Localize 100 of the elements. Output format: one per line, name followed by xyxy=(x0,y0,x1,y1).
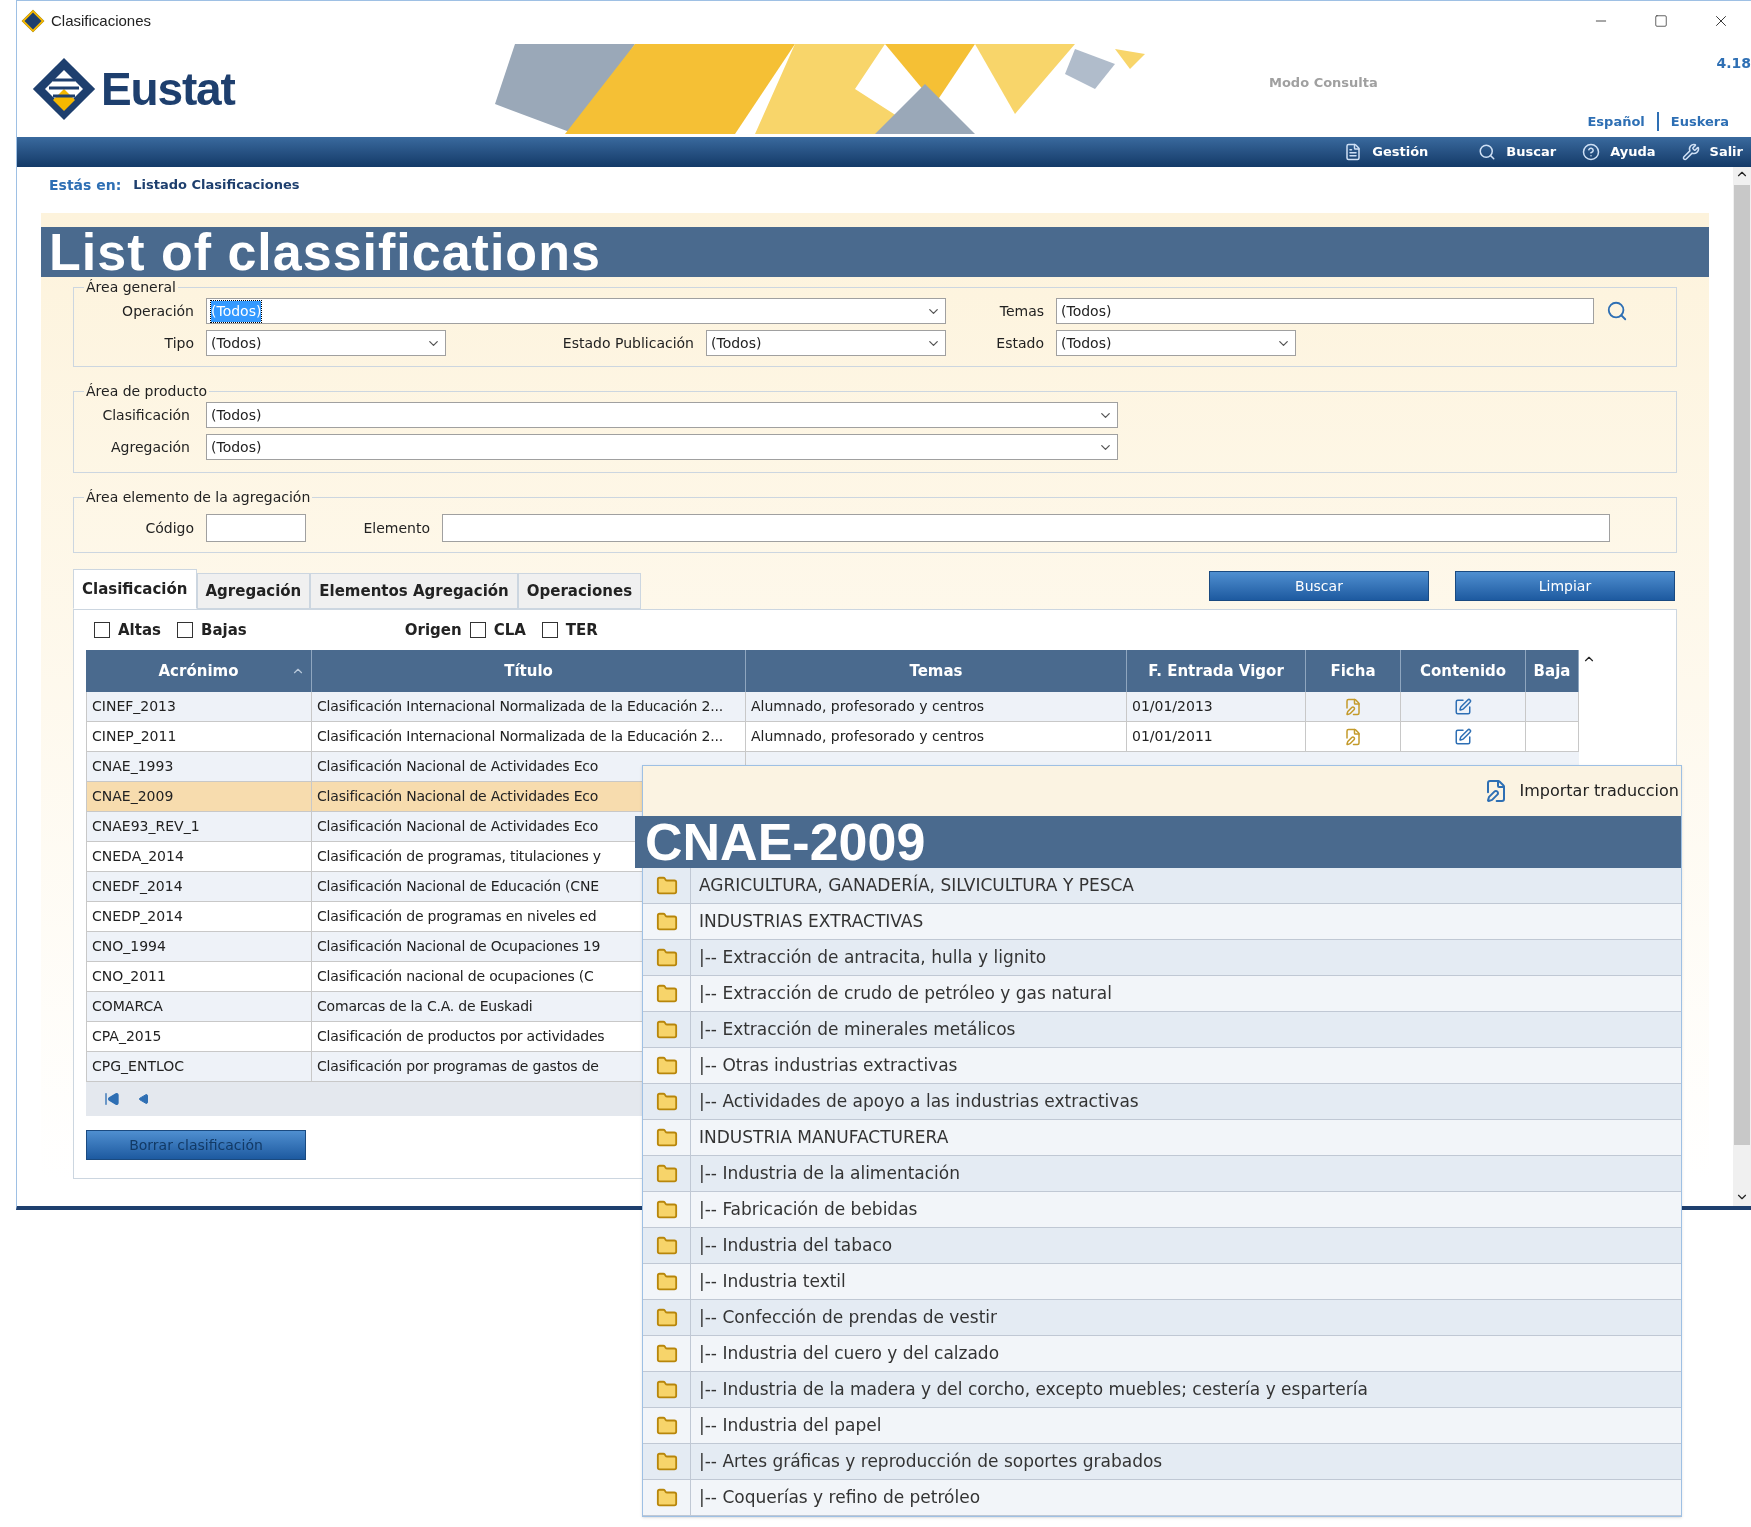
field-label: Clasificación xyxy=(101,405,191,425)
table-cell: CNAE_1993 xyxy=(86,752,312,781)
edit-icon[interactable] xyxy=(1454,697,1472,716)
maximize-icon[interactable] xyxy=(1654,14,1668,28)
table-cell: 01/01/2011 xyxy=(1127,722,1306,751)
mode-label: Modo Consulta xyxy=(1269,74,1378,92)
tab[interactable]: Operaciones xyxy=(517,573,642,609)
document-icon xyxy=(1344,143,1363,161)
popup-heading: CNAE-2009 xyxy=(635,816,1681,868)
temas-field[interactable]: (Todos) xyxy=(1056,298,1594,324)
checkbox[interactable] xyxy=(469,622,486,638)
previous-page-icon[interactable] xyxy=(138,1093,150,1105)
table-cell: CNEDF_2014 xyxy=(86,872,312,901)
field-label: Estado Publicación xyxy=(561,333,695,353)
checkbox-label: Bajas xyxy=(201,619,247,641)
folder-icon xyxy=(655,1414,678,1437)
estado-select[interactable]: (Todos) xyxy=(1056,330,1296,356)
edit-icon[interactable] xyxy=(1454,727,1472,746)
folder-icon xyxy=(655,1450,678,1473)
folder-icon xyxy=(655,1378,678,1401)
folder-icon xyxy=(655,1270,678,1293)
action-button[interactable]: Limpiar xyxy=(1455,571,1675,601)
checkbox[interactable] xyxy=(94,622,110,638)
folder-icon xyxy=(655,1090,678,1113)
estado-publicacion-select[interactable]: (Todos) xyxy=(706,330,946,356)
table-cell: CNO_2011 xyxy=(86,962,312,991)
tab[interactable]: Clasificación xyxy=(73,569,197,609)
elemento-field[interactable] xyxy=(442,514,1610,542)
nav-link[interactable]: Ayuda xyxy=(1582,142,1656,162)
field-label: Tipo xyxy=(163,333,195,353)
version-label: 4.18 xyxy=(1716,54,1751,73)
table-cell: CNAE93_REV_1 xyxy=(86,812,312,841)
language-link[interactable]: Español xyxy=(1575,111,1657,131)
breadcrumb-label: Estás en: xyxy=(49,175,122,195)
field-label: Elemento xyxy=(362,518,431,538)
table-cell: 01/01/2013 xyxy=(1127,692,1306,721)
checkbox[interactable] xyxy=(541,622,558,638)
logo-text: Eustat xyxy=(101,61,235,117)
tree-item[interactable]: |-- Industria del tabaco xyxy=(691,1228,893,1263)
tree-item[interactable]: |-- Industria del papel xyxy=(691,1408,882,1443)
search-icon xyxy=(1478,143,1497,161)
folder-icon xyxy=(655,910,678,933)
nav-link[interactable]: Salir xyxy=(1681,142,1743,162)
folder-icon xyxy=(655,1198,678,1221)
search-icon[interactable] xyxy=(1606,300,1628,322)
folder-icon xyxy=(655,1162,678,1185)
panel-legend: Área de producto xyxy=(84,381,210,402)
page-heading: List of classifications xyxy=(41,227,1709,277)
nav-link[interactable]: Buscar xyxy=(1478,142,1557,162)
table-cell: CPG_ENTLOC xyxy=(86,1052,312,1081)
form-edit-icon[interactable] xyxy=(1344,727,1362,746)
table-cell: CINEP_2011 xyxy=(86,722,312,751)
origen-label: Origen xyxy=(404,619,462,641)
table-cell: CPA_2015 xyxy=(86,1022,312,1051)
folder-icon xyxy=(655,982,678,1005)
tab[interactable]: Agregación xyxy=(196,573,311,609)
field-label: Temas xyxy=(998,301,1045,321)
tree-item[interactable]: |-- Industria textil xyxy=(691,1264,846,1299)
folder-icon xyxy=(655,1054,678,1077)
table-cell: Alumnado, profesorado y centros xyxy=(746,692,1127,721)
field-label: Código xyxy=(144,518,195,538)
language-link[interactable]: Euskera xyxy=(1656,111,1741,131)
table-cell: CINEF_2013 xyxy=(86,692,312,721)
checkbox-label: Altas xyxy=(118,619,161,641)
agregacion-select[interactable]: (Todos) xyxy=(206,434,1118,460)
folder-icon xyxy=(655,1306,678,1329)
tipo-select[interactable]: (Todos) xyxy=(206,330,446,356)
folder-icon xyxy=(655,1342,678,1365)
window-scrollbar[interactable] xyxy=(1733,167,1751,1206)
window-title: Clasificaciones xyxy=(51,10,152,31)
folder-icon xyxy=(655,874,678,897)
table-cell: Clasificación Internacional Normalizada de la Educación 2... xyxy=(312,722,746,751)
table-cell: Alumnado, profesorado y centros xyxy=(746,722,1127,751)
folder-icon xyxy=(655,946,678,969)
checkbox[interactable] xyxy=(177,622,193,638)
folder-icon xyxy=(655,1018,678,1041)
field-label: Agregación xyxy=(109,437,191,457)
panel-legend: Área elemento de la agregación xyxy=(84,487,313,508)
action-button[interactable]: Buscar xyxy=(1209,571,1429,601)
import-link[interactable]: Importar traduccion xyxy=(1519,779,1679,803)
tab[interactable]: Elementos Agregación xyxy=(310,573,518,609)
table-cell: CNEDP_2014 xyxy=(86,902,312,931)
nav-link[interactable]: Gestión xyxy=(1344,142,1429,162)
checkbox-label: CLA xyxy=(493,619,526,641)
first-page-icon[interactable] xyxy=(104,1091,120,1107)
clasificacion-select[interactable]: (Todos) xyxy=(206,402,1118,428)
table-cell: Clasificación Internacional Normalizada de la Educación 2... xyxy=(312,692,746,721)
wrench-icon xyxy=(1681,143,1700,161)
table-cell: CNO_1994 xyxy=(86,932,312,961)
table-cell: CNEDA_2014 xyxy=(86,842,312,871)
field-label: Operación xyxy=(121,301,195,321)
field-label: Estado xyxy=(995,333,1045,353)
codigo-field[interactable] xyxy=(206,514,306,542)
help-icon xyxy=(1582,143,1601,161)
breadcrumb-value: Listado Clasificaciones xyxy=(133,176,300,195)
folder-icon xyxy=(655,1234,678,1257)
table-cell: COMARCA xyxy=(86,992,312,1021)
folder-icon xyxy=(655,1126,678,1149)
panel-legend: Área general xyxy=(84,277,178,298)
table-cell: CNAE_2009 xyxy=(86,782,312,811)
